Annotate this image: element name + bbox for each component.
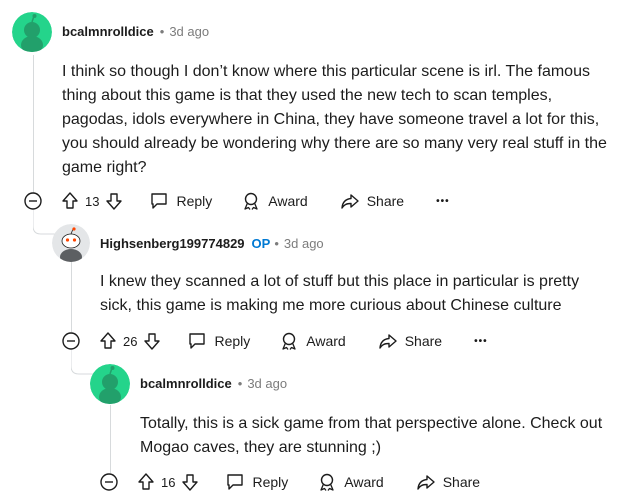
comment-meta: bcalmnrolldice • 3d ago <box>62 24 209 39</box>
reply-label: Reply <box>176 193 213 209</box>
timestamp[interactable]: 3d ago <box>169 24 209 39</box>
comment-body: I knew they scanned a lot of stuff but t… <box>100 273 580 314</box>
timestamp[interactable]: 3d ago <box>284 236 324 251</box>
author-name[interactable]: Highsenberg199774829 <box>100 236 245 251</box>
reply-label: Reply <box>214 333 251 349</box>
share-button[interactable]: Share <box>340 191 404 211</box>
award-label: Award <box>306 333 346 349</box>
collapse-button[interactable] <box>61 331 81 351</box>
speech-bubble-icon <box>227 474 244 490</box>
comment-actions: 13 Reply Award Share ••• <box>23 189 450 213</box>
collapse-button[interactable] <box>23 191 43 211</box>
downvote-button[interactable] <box>105 191 123 211</box>
reply-button[interactable]: Reply <box>225 472 288 492</box>
award-button[interactable]: Award <box>241 191 308 211</box>
share-arrow-icon <box>379 334 397 349</box>
separator-dot: • <box>237 376 243 391</box>
collapse-button[interactable] <box>99 472 119 492</box>
reply-button[interactable]: Reply <box>149 191 212 211</box>
award-ribbon-icon <box>244 192 258 210</box>
arrow-down-icon <box>144 333 161 350</box>
arrow-up-icon <box>138 473 154 490</box>
share-button[interactable]: Share <box>416 472 480 492</box>
award-ribbon-icon <box>320 473 334 491</box>
minus-circle-icon <box>100 473 118 491</box>
reply-label: Reply <box>252 474 289 490</box>
comment-body: Totally, this is a sick game from that p… <box>140 415 603 456</box>
minus-circle-icon <box>62 332 80 350</box>
comment-meta: bcalmnrolldice • 3d ago <box>140 376 287 391</box>
author-name[interactable]: bcalmnrolldice <box>62 24 154 39</box>
vote-count: 26 <box>123 333 138 349</box>
op-badge: OP <box>251 236 271 251</box>
more-options-button[interactable]: ••• <box>436 196 450 207</box>
award-button[interactable]: Award <box>317 472 384 492</box>
share-label: Share <box>442 474 481 490</box>
award-button[interactable]: Award <box>279 331 346 351</box>
share-label: Share <box>404 333 443 349</box>
vote-count: 13 <box>85 193 100 209</box>
thread-line <box>110 405 111 473</box>
speech-bubble-icon <box>189 333 206 349</box>
upvote-button[interactable] <box>61 191 79 211</box>
downvote-button[interactable] <box>143 331 161 351</box>
award-ribbon-icon <box>282 332 296 350</box>
arrow-down-icon <box>182 474 199 491</box>
thread-line <box>71 262 72 332</box>
arrow-up-icon <box>62 192 78 209</box>
speech-bubble-icon <box>151 193 168 209</box>
avatar[interactable] <box>52 224 90 262</box>
timestamp[interactable]: 3d ago <box>247 376 287 391</box>
award-label: Award <box>344 474 384 490</box>
thread-line <box>33 55 34 193</box>
separator-dot: • <box>159 24 165 39</box>
share-arrow-icon <box>417 475 435 490</box>
share-label: Share <box>366 193 405 209</box>
arrow-up-icon <box>100 332 116 349</box>
more-options-button[interactable]: ••• <box>474 336 488 347</box>
comment-actions: 16 Reply Award Share <box>99 470 480 494</box>
upvote-button[interactable] <box>99 331 117 351</box>
vote-count: 16 <box>161 474 176 490</box>
arrow-down-icon <box>106 193 123 210</box>
share-button[interactable]: Share <box>378 331 442 351</box>
author-name[interactable]: bcalmnrolldice <box>140 376 232 391</box>
avatar[interactable] <box>12 12 52 52</box>
upvote-button[interactable] <box>137 472 155 492</box>
comment-actions: 26 Reply Award Share ••• <box>61 329 488 353</box>
avatar[interactable] <box>90 364 130 404</box>
minus-circle-icon <box>24 192 42 210</box>
reply-button[interactable]: Reply <box>187 331 250 351</box>
share-arrow-icon <box>341 194 359 209</box>
downvote-button[interactable] <box>181 472 199 492</box>
award-label: Award <box>268 193 308 209</box>
separator-dot: • <box>274 236 279 251</box>
comment-body: I think so though I don’t know where thi… <box>62 63 607 176</box>
comment-meta: Highsenberg199774829 OP • 3d ago <box>100 236 324 251</box>
